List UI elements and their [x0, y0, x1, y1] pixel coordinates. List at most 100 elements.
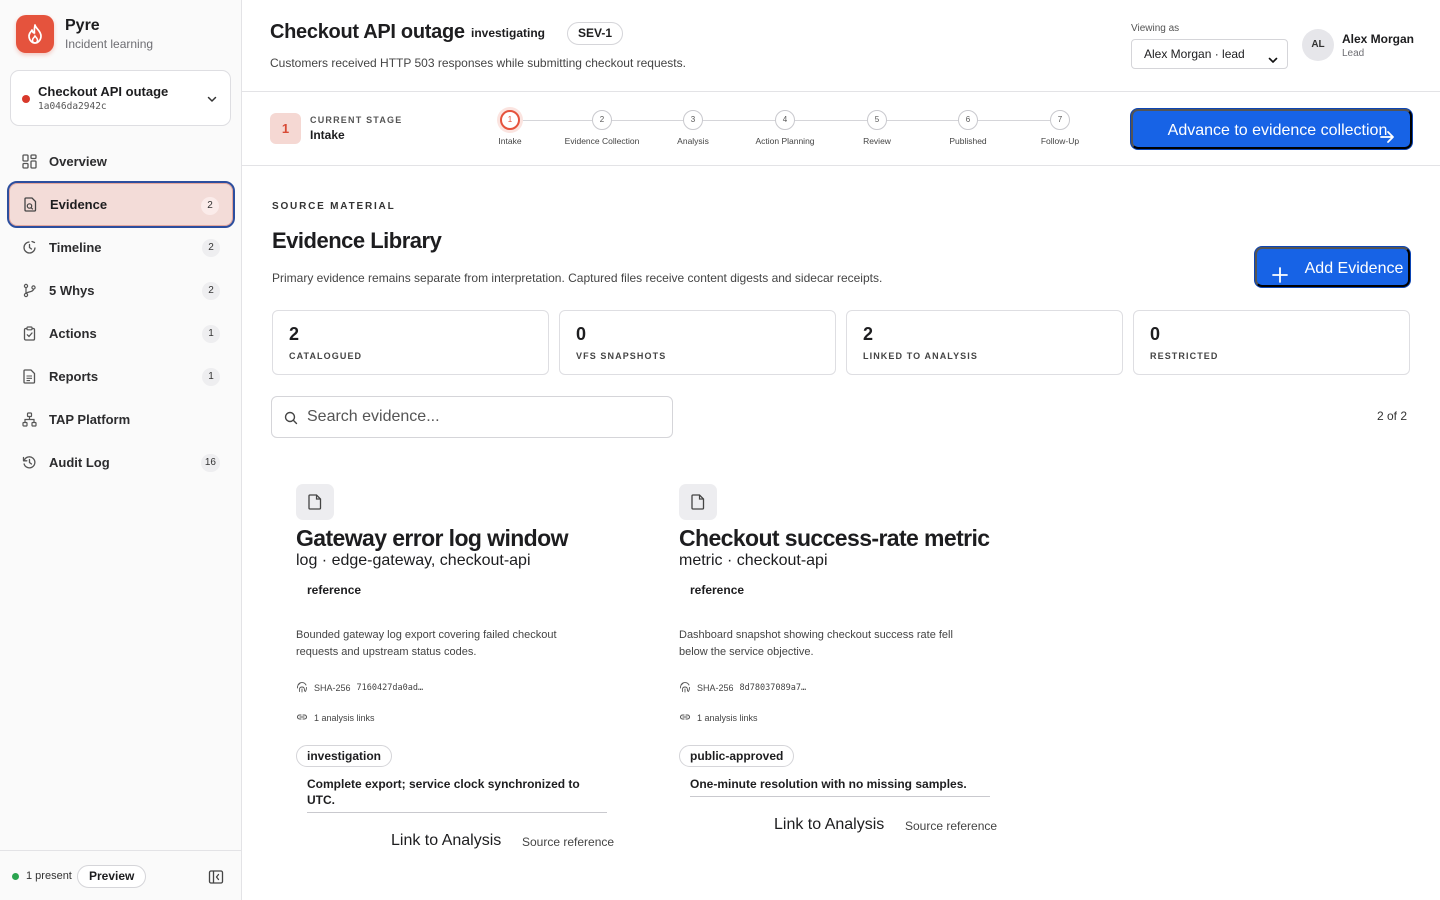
classification-badge: investigation — [296, 745, 393, 767]
source-reference-button[interactable]: Source reference — [905, 819, 997, 833]
stat-value: 2 — [289, 324, 300, 344]
sidebar-item-reports[interactable]: Reports 1 — [9, 355, 233, 398]
sidebar-collapse-icon[interactable] — [208, 869, 224, 890]
avatar[interactable]: AL — [1302, 29, 1334, 61]
stat-label: RESTRICTED — [1150, 351, 1219, 361]
clipboard-check-icon — [21, 326, 37, 342]
sidebar-item-5-whys[interactable]: 5 Whys 2 — [9, 269, 233, 312]
evidence-source: metric · checkout-api — [679, 552, 828, 569]
stat-restricted: 0 RESTRICTED — [1133, 310, 1410, 375]
sidebar-item-evidence[interactable]: Evidence 2 — [7, 181, 235, 228]
step-intake[interactable]: 1 Intake — [460, 110, 560, 146]
hash-value: 7160427da0ad… — [356, 683, 424, 693]
brand-name: Pyre — [65, 17, 100, 34]
step-label: Follow-Up — [1040, 136, 1080, 146]
add-evidence-label: Add Evidence — [1304, 260, 1404, 277]
analysis-links-count: 1 analysis links — [314, 713, 375, 723]
search-input[interactable] — [307, 397, 657, 437]
incident-status: investigating — [471, 26, 546, 40]
step-follow-up[interactable]: 7 Follow-Up — [1010, 110, 1110, 146]
sidebar-item-count: 16 — [200, 454, 220, 472]
hash-value: 8d78037089a7… — [739, 683, 807, 693]
section-title: Evidence Library — [272, 228, 442, 253]
sidebar-item-label: Reports — [49, 369, 99, 384]
sidebar-item-label: Audit Log — [49, 455, 110, 470]
chevron-down-icon — [1267, 48, 1279, 76]
sidebar-item-audit-log[interactable]: Audit Log 16 — [9, 441, 233, 484]
file-icon — [296, 484, 334, 520]
evidence-note: One-minute resolution with no missing sa… — [690, 776, 990, 797]
step-action-planning[interactable]: 4 Action Planning — [735, 110, 835, 146]
step-number: 6 — [958, 110, 978, 130]
page-header: Checkout API outage investigating SEV-1 … — [242, 0, 1440, 92]
user-name: Alex Morgan — [1342, 32, 1415, 46]
page-title: Checkout API outage — [270, 21, 465, 43]
incident-description: Customers received HTTP 503 responses wh… — [270, 56, 686, 70]
sidebar-item-tap-platform[interactable]: TAP Platform — [9, 398, 233, 441]
brand-subtitle: Incident learning — [65, 37, 154, 51]
report-icon — [21, 369, 37, 385]
step-number: 2 — [592, 110, 612, 130]
sidebar-footer: 1 present Preview — [0, 850, 242, 900]
step-review[interactable]: 5 Review — [827, 110, 927, 146]
evidence-search[interactable] — [271, 396, 673, 438]
sidebar-item-actions[interactable]: Actions 1 — [9, 312, 233, 355]
hash-algorithm: SHA-256 — [314, 683, 351, 693]
link-icon — [679, 712, 691, 724]
step-number: 4 — [775, 110, 795, 130]
step-published[interactable]: 6 Published — [918, 110, 1018, 146]
presence-count: 1 present — [26, 870, 72, 882]
stat-value: 0 — [1150, 324, 1161, 344]
step-label: Intake — [498, 136, 522, 146]
result-count: 2 of 2 — [1377, 409, 1408, 423]
evidence-source: log · edge-gateway, checkout-api — [296, 552, 531, 569]
incident-switcher-name: Checkout API outage — [38, 84, 169, 99]
stat-catalogued: 2 CATALOGUED — [272, 310, 549, 375]
sidebar-item-count: 2 — [202, 239, 220, 257]
incident-switcher[interactable]: Checkout API outage 1a046da2942c — [10, 70, 231, 126]
section-eyebrow: SOURCE MATERIAL — [272, 201, 396, 212]
evidence-title: Checkout success-rate metric — [679, 525, 990, 551]
step-label: Published — [949, 136, 987, 146]
step-number: 1 — [500, 110, 520, 130]
stat-value: 0 — [576, 324, 587, 344]
brand[interactable]: Pyre Incident learning — [16, 15, 153, 53]
sidebar-item-label: 5 Whys — [49, 283, 95, 298]
add-evidence-button[interactable]: Add Evidence — [1255, 247, 1410, 287]
evidence-description: Dashboard snapshot showing checkout succ… — [679, 629, 953, 658]
viewing-as-label: Viewing as — [1131, 23, 1180, 34]
step-analysis[interactable]: 3 Analysis — [643, 110, 743, 146]
step-evidence-collection[interactable]: 2 Evidence Collection — [552, 110, 652, 146]
clock-icon — [21, 240, 37, 256]
evidence-hash: SHA-256 8d78037089a7… — [679, 681, 806, 695]
file-search-icon — [22, 197, 38, 213]
source-reference-button[interactable]: Source reference — [522, 835, 614, 849]
stat-label: VFS SNAPSHOTS — [576, 351, 667, 361]
analysis-links-count: 1 analysis links — [697, 713, 758, 723]
sidebar-item-label: Overview — [49, 154, 107, 169]
stat-label: CATALOGUED — [289, 351, 363, 361]
viewing-as-select[interactable]: Alex Morgan · lead — [1131, 39, 1288, 69]
sidebar-item-label: TAP Platform — [49, 412, 131, 427]
severity-badge: SEV-1 — [567, 22, 624, 45]
evidence-note: Complete export; service clock synchroni… — [307, 776, 607, 813]
fingerprint-icon — [296, 681, 308, 695]
evidence-title: Gateway error log window — [296, 525, 568, 551]
incident-status-dot — [22, 95, 30, 103]
sidebar-item-timeline[interactable]: Timeline 2 — [9, 226, 233, 269]
link-to-analysis-button[interactable]: Link to Analysis — [774, 816, 884, 834]
step-number: 7 — [1050, 110, 1070, 130]
advance-stage-button[interactable]: Advance to evidence collection — [1131, 109, 1412, 149]
sidebar-item-label: Evidence — [50, 197, 108, 212]
preview-button[interactable]: Preview — [77, 865, 147, 888]
presence-dot — [12, 873, 19, 880]
sidebar: Pyre Incident learning Checkout API outa… — [0, 0, 242, 900]
link-to-analysis-button[interactable]: Link to Analysis — [391, 832, 501, 850]
plus-icon — [1271, 260, 1289, 300]
stat-vfs-snapshots: 0 VFS SNAPSHOTS — [559, 310, 836, 375]
stat-linked-to-analysis: 2 LINKED TO ANALYSIS — [846, 310, 1123, 375]
step-label: Evidence Collection — [564, 136, 640, 146]
sidebar-item-count: 1 — [202, 368, 220, 386]
step-label: Analysis — [677, 136, 709, 146]
sidebar-item-overview[interactable]: Overview — [9, 140, 233, 183]
